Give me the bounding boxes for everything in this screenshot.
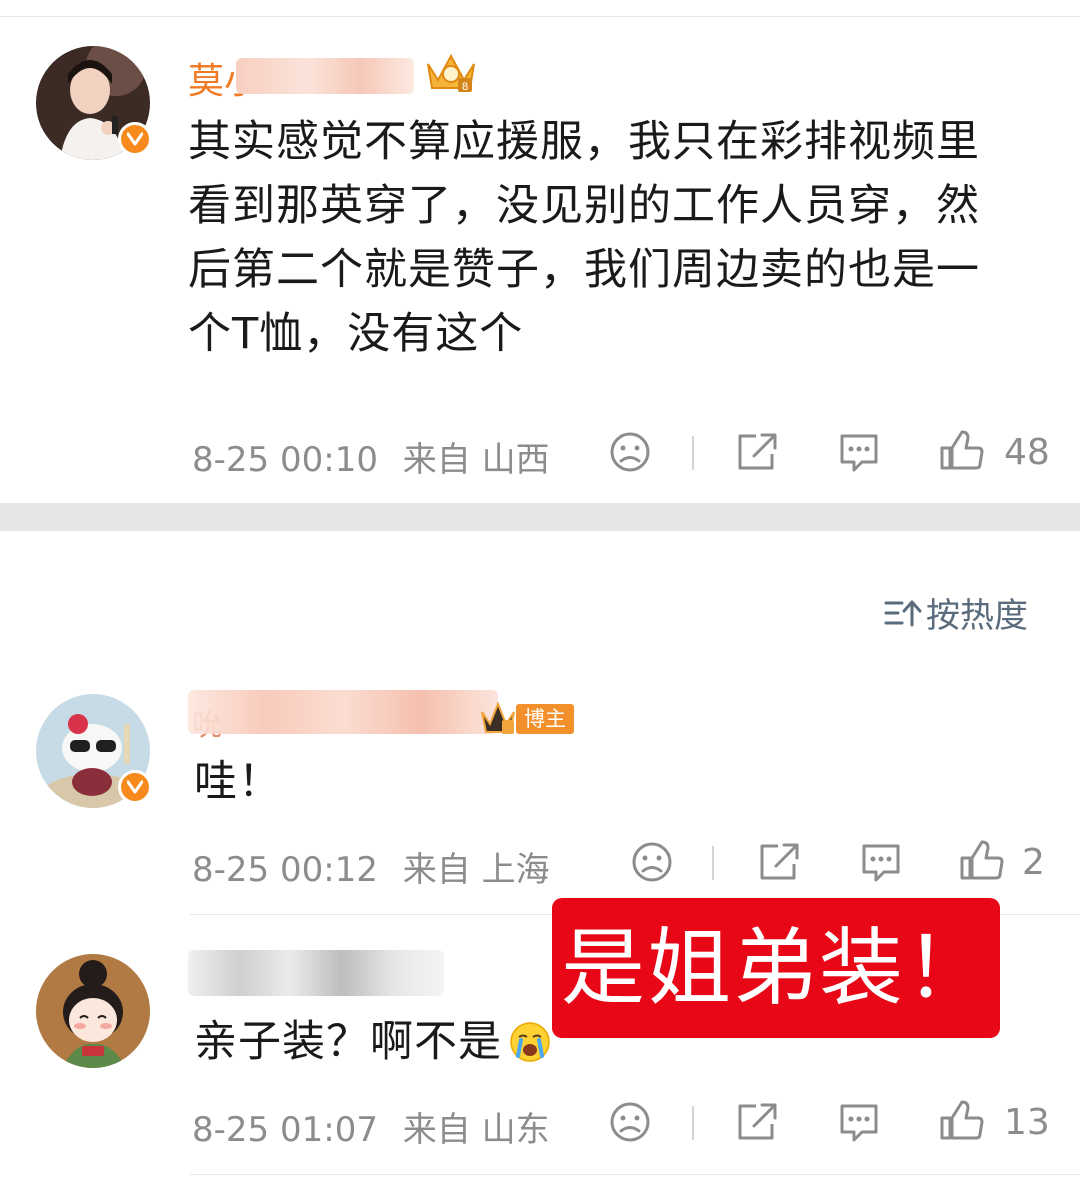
blogger-tag: 博主 — [516, 704, 574, 734]
dislike-face-icon[interactable] — [630, 840, 674, 888]
section-separator — [0, 503, 1080, 531]
comment-line: 看到那英穿了，没见别的工作人员穿，然 — [188, 181, 980, 231]
reply-date: 8-25 00:12 — [192, 850, 378, 890]
action-divider — [692, 436, 694, 470]
dislike-face-icon[interactable] — [608, 1100, 652, 1148]
like-count: 13 — [1004, 1102, 1050, 1143]
reply-location: 来自 山东 — [402, 1110, 550, 1150]
verified-icon — [118, 122, 152, 156]
reply-location: 来自 上海 — [402, 850, 550, 890]
crying-emoji — [508, 1020, 552, 1064]
action-divider — [692, 1106, 694, 1140]
comment-location: 来自 山西 — [402, 440, 550, 480]
comment-text: 其实感觉不算应援服，我只在彩排视频里 看到那英穿了，没见别的工作人员穿，然 后第… — [188, 110, 1048, 366]
username-redaction — [188, 950, 444, 996]
comment-line: 后第二个就是赞子，我们周边卖的也是一 — [188, 245, 980, 295]
like-count: 48 — [1004, 432, 1050, 473]
avatar-photo — [36, 954, 150, 1068]
dislike-face-icon[interactable] — [608, 430, 652, 478]
reply-text: 亲子装？啊不是 — [194, 1017, 502, 1067]
reply-date: 8-25 01:07 — [192, 1110, 378, 1150]
avatar[interactable] — [36, 46, 152, 160]
reply-meta: 8-25 01:07 来自 山东 — [192, 1102, 550, 1151]
comment-icon[interactable] — [836, 1100, 882, 1148]
share-icon[interactable] — [734, 1100, 780, 1148]
like-count: 2 — [1022, 842, 1045, 883]
sort-icon — [884, 600, 922, 626]
action-divider — [712, 846, 714, 880]
sort-button[interactable]: 按热度 — [884, 588, 1028, 637]
comment-icon[interactable] — [858, 840, 904, 888]
sort-label: 按热度 — [926, 596, 1028, 636]
avatar[interactable] — [36, 954, 150, 1068]
comment-line: 个T恤，没有这个 — [188, 309, 524, 359]
reply-text: 哇！ — [194, 757, 282, 807]
like-icon[interactable] — [938, 428, 984, 478]
crown-badge-icon — [478, 700, 518, 736]
comment-icon[interactable] — [836, 430, 882, 478]
like-icon[interactable] — [938, 1098, 984, 1148]
share-icon[interactable] — [756, 840, 802, 888]
like-icon[interactable] — [958, 838, 1004, 888]
verified-icon — [118, 770, 152, 804]
avatar[interactable] — [36, 694, 152, 808]
comment-line: 其实感觉不算应援服，我只在彩排视频里 — [188, 117, 980, 167]
share-icon[interactable] — [734, 430, 780, 478]
row-divider — [190, 1174, 1080, 1175]
username-redaction — [188, 690, 498, 734]
crown-badge-icon: 8 — [424, 50, 478, 94]
comment-date: 8-25 00:10 — [192, 440, 378, 480]
top-divider — [0, 16, 1080, 17]
username-redaction — [236, 58, 414, 94]
comment-meta: 8-25 00:10 来自 山西 — [192, 432, 550, 481]
overlay-caption: 是姐弟装！ — [552, 898, 1000, 1038]
reply-meta: 8-25 00:12 来自 上海 — [192, 842, 550, 891]
weibo-comment-screen: 莫小 8 其实感觉不算应援服，我只在彩排视频里 看到那英穿了，没见别的工作人员穿… — [0, 0, 1080, 1203]
svg-text:8: 8 — [462, 81, 468, 93]
